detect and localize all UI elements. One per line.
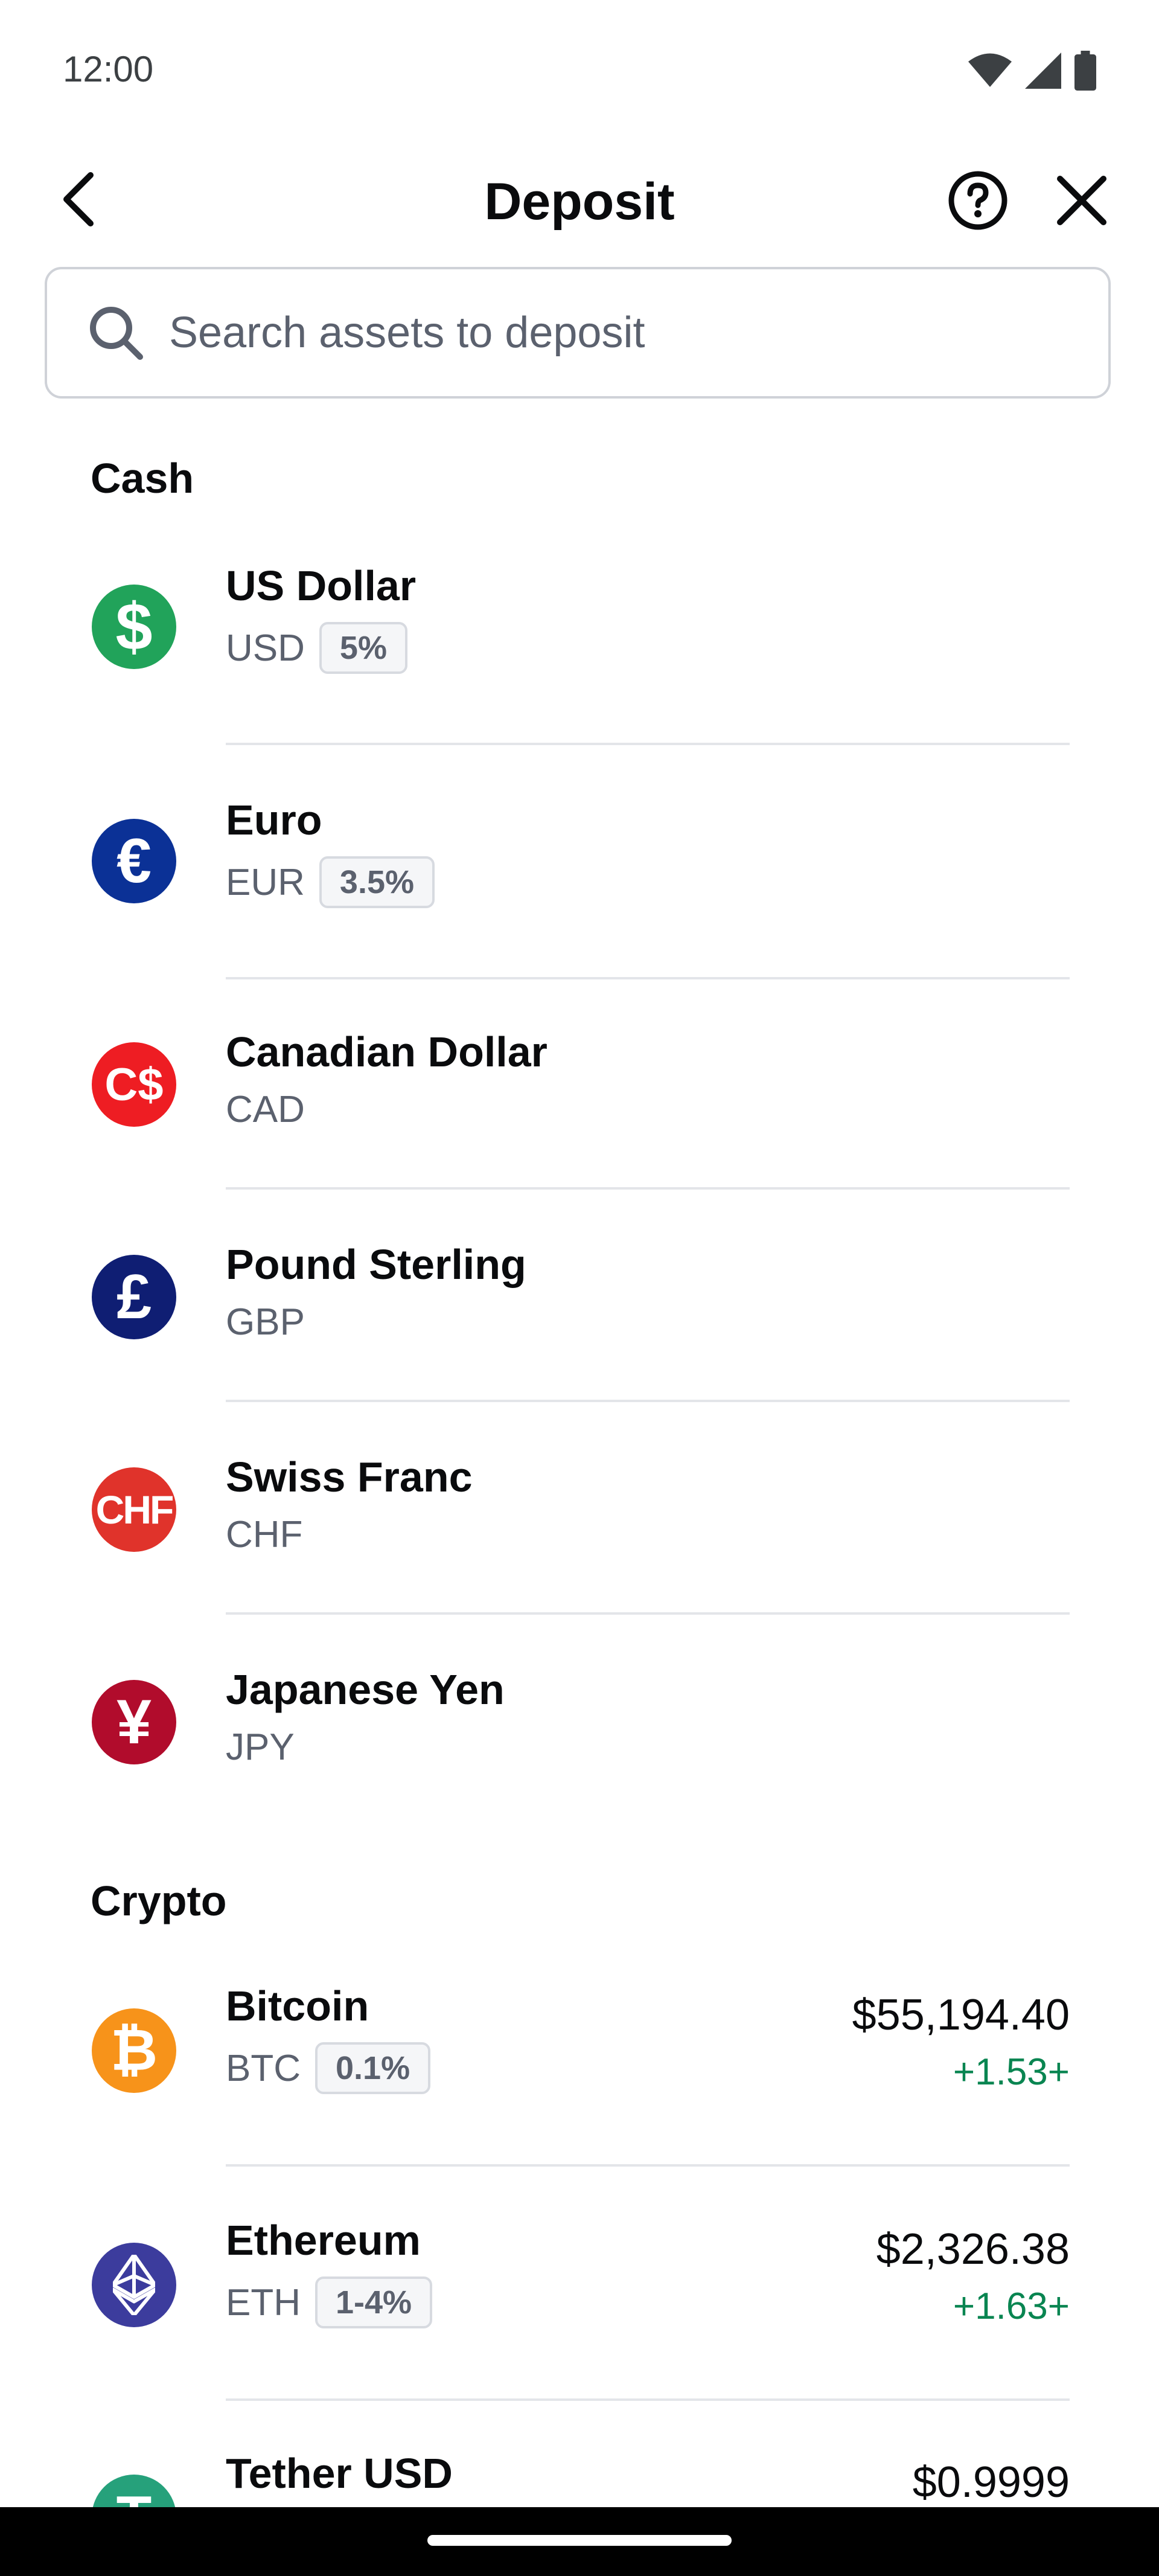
asset-name: Bitcoin [226, 1982, 369, 2030]
divider [226, 977, 1070, 979]
close-button[interactable] [1050, 169, 1113, 232]
asset-name: Swiss Franc [226, 1453, 473, 1501]
rate-badge: 0.1% [315, 2042, 431, 2094]
status-icons [968, 51, 1096, 91]
search-icon [90, 307, 143, 360]
rate-badge: 1-4% [315, 2276, 433, 2328]
battery-icon [1074, 51, 1096, 91]
rate-badge: 5% [319, 622, 407, 674]
asset-name: Tether USD [226, 2450, 453, 2497]
euro-icon: € [92, 819, 176, 903]
status-time: 12:00 [63, 49, 154, 89]
asset-code: CAD [226, 1089, 305, 1130]
asset-row-chf[interactable]: CHF Swiss Franc CHF [0, 1437, 1159, 1615]
divider [226, 743, 1070, 745]
search-box[interactable] [45, 267, 1111, 399]
asset-code: CHF [226, 1514, 303, 1556]
asset-name: Ethereum [226, 2217, 421, 2264]
asset-code: EUR [226, 861, 305, 903]
ethereum-icon [92, 2243, 176, 2327]
yen-icon: ¥ [92, 1680, 176, 1764]
bitcoin-icon: ₿ [92, 2008, 176, 2093]
asset-price: $2,326.38 [876, 2225, 1070, 2273]
asset-code: USD [226, 627, 305, 669]
asset-name: Japanese Yen [226, 1666, 505, 1713]
rate-badge: 3.5% [319, 856, 435, 908]
asset-name: US Dollar [226, 562, 417, 609]
asset-row-btc[interactable]: ₿ Bitcoin BTC 0.1% $55,194.40 +1.53+ [0, 1969, 1159, 2168]
asset-code: ETH [226, 2281, 301, 2324]
wifi-icon [968, 53, 1012, 87]
asset-change: +1.63+ [953, 2286, 1070, 2327]
divider [226, 2164, 1070, 2167]
divider [226, 1187, 1070, 1190]
signal-icon [1025, 53, 1061, 89]
section-title-crypto: Crypto [91, 1877, 227, 1924]
asset-row-eur[interactable]: € Euro EUR 3.5% [0, 778, 1159, 979]
asset-row-jpy[interactable]: ¥ Japanese Yen JPY [0, 1650, 1159, 1825]
divider [226, 1400, 1070, 1402]
swiss-franc-icon: CHF [92, 1467, 176, 1552]
canadian-dollar-icon: C$ [92, 1042, 176, 1127]
status-bar: 12:00 [0, 0, 1159, 139]
dollar-icon: $ [92, 585, 176, 669]
asset-name: Pound Sterling [226, 1241, 526, 1288]
asset-code: JPY [226, 1726, 295, 1768]
asset-row-gbp[interactable]: £ Pound Sterling GBP [0, 1225, 1159, 1402]
home-handle[interactable] [427, 2535, 732, 2546]
close-icon [1057, 176, 1106, 225]
asset-row-eth[interactable]: Ethereum ETH 1-4% $2,326.38 +1.63+ [0, 2203, 1159, 2402]
search-input[interactable] [168, 307, 1015, 358]
asset-code: GBP [226, 1301, 305, 1343]
asset-change: +1.53+ [953, 2051, 1070, 2093]
section-title-cash: Cash [91, 455, 194, 502]
help-button[interactable] [947, 169, 1009, 232]
divider [226, 2398, 1070, 2401]
asset-name: Euro [226, 796, 322, 844]
help-icon [948, 171, 1007, 230]
header: Deposit [0, 139, 1159, 266]
asset-code: BTC [226, 2047, 301, 2089]
tether-icon: T [92, 2475, 176, 2507]
asset-row-usd[interactable]: $ US Dollar USD 5% [0, 543, 1159, 745]
asset-price: $0.9999 [912, 2458, 1070, 2507]
asset-price: $55,194.40 [852, 1991, 1070, 2039]
pound-icon: £ [92, 1255, 176, 1339]
asset-name: Canadian Dollar [226, 1028, 548, 1075]
asset-row-cad[interactable]: C$ Canadian Dollar CAD [0, 1012, 1159, 1190]
divider [226, 1612, 1070, 1615]
asset-row-usdt[interactable]: T Tether USD $0.9999 [0, 2437, 1159, 2507]
